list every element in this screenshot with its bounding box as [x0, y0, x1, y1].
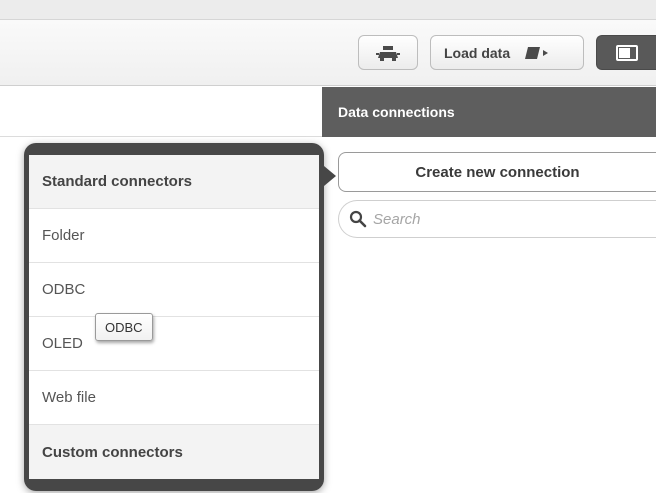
connector-item-label: Web file: [42, 389, 96, 406]
section-header-label: Standard connectors: [42, 173, 193, 190]
debug-button[interactable]: [358, 35, 418, 70]
connector-item-label: OLED: [42, 335, 83, 352]
load-data-label: Load data: [444, 44, 511, 61]
section-header-custom-connectors[interactable]: Custom connectors: [29, 425, 319, 479]
section-header-standard-connectors: Standard connectors: [29, 155, 319, 209]
connector-item-oled[interactable]: OLED ODBC: [29, 313, 319, 371]
load-data-icon: [524, 45, 550, 61]
create-new-connection-label: Create new connection: [415, 163, 580, 181]
toolbar: Load data: [0, 20, 656, 86]
data-connections-title: Data connections: [338, 104, 455, 120]
connector-popover: Standard connectors Folder ODBC OLED ODB…: [24, 143, 324, 491]
search-placeholder: Search: [373, 210, 421, 228]
connector-item-web-file[interactable]: Web file: [29, 371, 319, 425]
tooltip: ODBC: [95, 313, 153, 341]
data-connections-header: Data connections: [322, 87, 656, 137]
search-icon: [349, 210, 367, 228]
connector-list: Standard connectors Folder ODBC OLED ODB…: [29, 155, 319, 479]
data-connections-panel: Data connections Create new connection S…: [322, 87, 656, 493]
tooltip-text: ODBC: [105, 319, 143, 335]
panel-toggle-button[interactable]: [596, 35, 656, 70]
load-data-button[interactable]: Load data: [430, 35, 584, 70]
connector-item-label: ODBC: [42, 281, 86, 298]
connector-item-label: Folder: [42, 227, 85, 244]
section-header-label: Custom connectors: [42, 443, 183, 461]
connector-item-odbc[interactable]: ODBC: [29, 263, 319, 317]
connector-item-folder[interactable]: Folder: [29, 209, 319, 263]
debug-bug-icon: [376, 45, 400, 61]
divider-line: [0, 136, 322, 137]
panel-toggle-icon: [615, 44, 638, 61]
top-strip: [0, 0, 656, 20]
popover-pointer: [324, 166, 336, 186]
create-new-connection-button[interactable]: Create new connection: [338, 152, 656, 192]
search-input[interactable]: Search: [338, 200, 656, 238]
